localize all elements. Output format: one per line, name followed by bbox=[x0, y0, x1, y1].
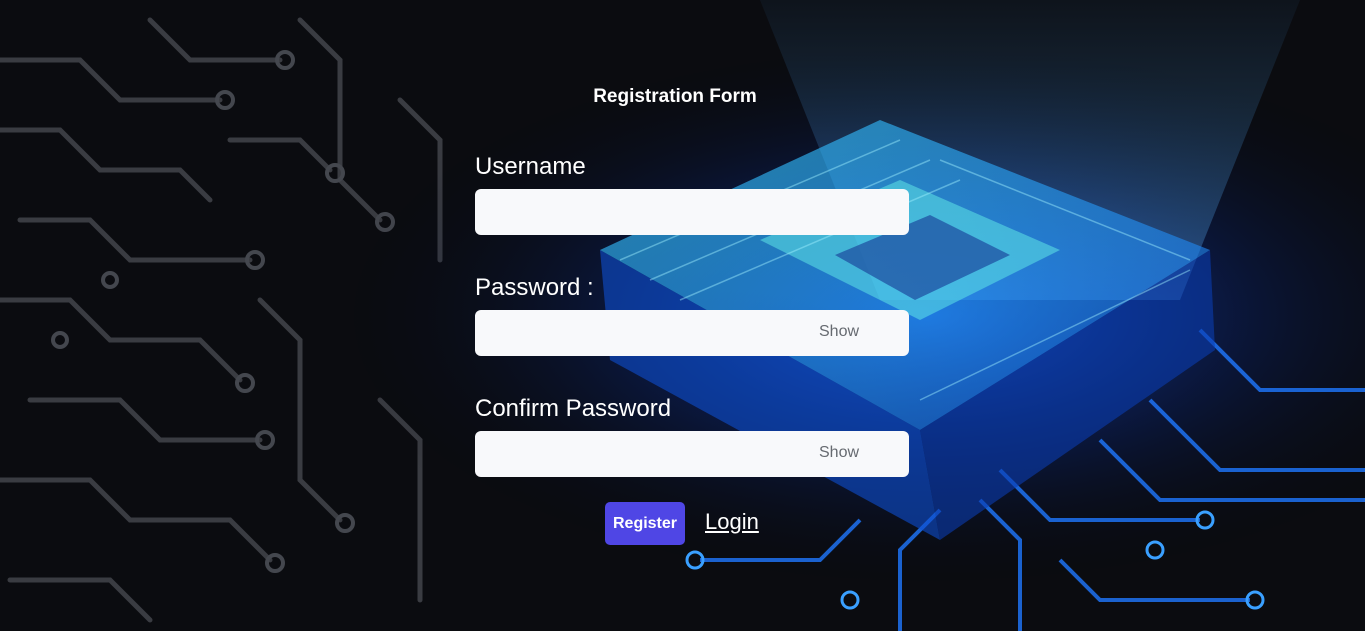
form-title: Registration Form bbox=[593, 86, 757, 107]
login-link[interactable]: Login bbox=[705, 509, 759, 535]
confirm-password-show-toggle[interactable]: Show bbox=[819, 444, 859, 462]
confirm-password-label: Confirm Password bbox=[475, 395, 672, 422]
username-input[interactable] bbox=[475, 189, 909, 235]
register-button[interactable]: Register bbox=[605, 502, 685, 545]
password-label: Password : bbox=[475, 274, 594, 301]
password-show-toggle[interactable]: Show bbox=[819, 323, 859, 341]
username-label: Username bbox=[475, 153, 586, 180]
